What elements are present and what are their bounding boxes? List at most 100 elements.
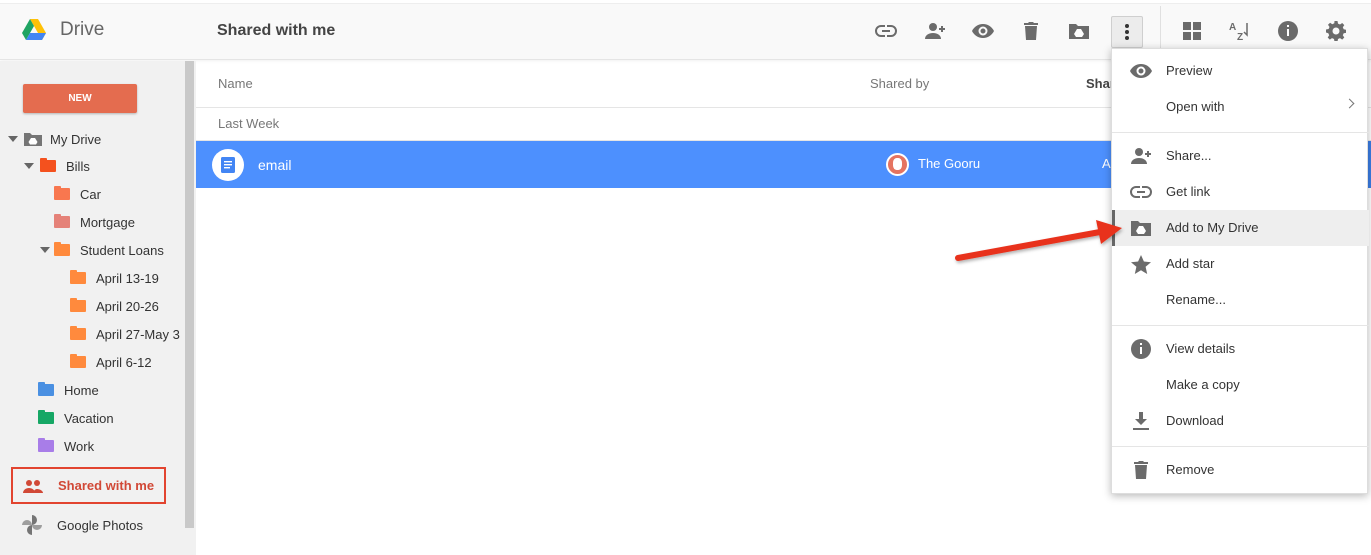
sidebar-item-april-20-26[interactable]: April 20-26 [70, 296, 159, 316]
sidebar-item-student-loans[interactable]: Student Loans [40, 240, 164, 260]
file-name[interactable]: email [258, 157, 291, 173]
add-to-drive-icon [1130, 218, 1152, 238]
add-to-drive-icon[interactable] [1066, 18, 1092, 44]
menu-item-add-star[interactable]: Add star [1112, 246, 1369, 282]
sidebar-item-label: April 27-May 3 [96, 326, 180, 342]
sidebar-item-my-drive[interactable]: My Drive [8, 129, 101, 149]
people-icon [23, 479, 43, 493]
menu-item-make-a-copy[interactable]: Make a copy [1112, 367, 1369, 403]
drive-brand[interactable]: Drive [22, 19, 104, 41]
drive-logo-icon [22, 19, 46, 40]
sidebar-item-work[interactable]: Work [38, 436, 94, 456]
trash-icon [1130, 460, 1152, 480]
toolbar-divider [1160, 6, 1161, 54]
expand-triangle-icon[interactable] [8, 136, 18, 142]
menu-item-view-details[interactable]: View details [1112, 331, 1369, 367]
avatar [886, 153, 909, 176]
sidebar-item-label: Vacation [64, 410, 114, 426]
more-actions-button[interactable] [1111, 16, 1143, 48]
pinwheel-icon [22, 515, 42, 535]
download-icon [1130, 411, 1152, 431]
sidebar-scrollbar[interactable] [185, 61, 194, 528]
menu-label: Make a copy [1166, 377, 1240, 392]
folder-icon [70, 354, 86, 368]
info-icon [1130, 339, 1152, 359]
sidebar-item-label: Work [64, 438, 95, 454]
sidebar-item-mortgage[interactable]: Mortgage [54, 212, 135, 232]
trash-icon[interactable] [1018, 18, 1044, 44]
sidebar-item-home[interactable]: Home [38, 380, 99, 400]
menu-label: Download [1166, 413, 1224, 428]
sidebar-item-label: My Drive [50, 131, 102, 147]
menu-item-get-link[interactable]: Get link [1112, 174, 1369, 210]
sidebar-item-label: Bills [66, 158, 90, 174]
sidebar-item-google-photos[interactable]: Google Photos [22, 515, 143, 535]
sidebar-item-april-27-may-3[interactable]: April 27-May 3 [70, 324, 180, 344]
star-icon [1130, 254, 1152, 274]
folder-icon [38, 438, 54, 452]
column-shared-by[interactable]: Shared by [870, 76, 929, 91]
menu-label: Add to My Drive [1166, 220, 1259, 235]
sidebar-item-label: Mortgage [80, 214, 135, 230]
shared-by-name: The Gooru [918, 156, 981, 171]
expand-triangle-icon[interactable] [40, 247, 50, 253]
folder-icon [54, 186, 70, 200]
sidebar-item-label: April 13-19 [96, 270, 159, 286]
link-icon[interactable] [873, 18, 899, 44]
menu-divider [1112, 446, 1369, 447]
expand-triangle-icon[interactable] [24, 163, 34, 169]
browser-edge [0, 0, 1371, 4]
more-vert-icon [1125, 24, 1129, 40]
eye-icon[interactable] [970, 18, 996, 44]
menu-divider [1112, 132, 1369, 133]
sidebar-item-car[interactable]: Car [54, 184, 101, 204]
sidebar-item-label: April 20-26 [96, 298, 159, 314]
menu-item-share[interactable]: Share... [1112, 138, 1369, 174]
page-title: Shared with me [217, 22, 336, 39]
menu-label: Rename... [1166, 292, 1226, 307]
info-icon[interactable] [1275, 18, 1301, 44]
svg-text:A: A [1229, 22, 1236, 33]
eye-icon [1130, 61, 1152, 81]
doc-file-icon [212, 149, 244, 181]
menu-label: View details [1166, 341, 1236, 356]
folder-icon [54, 214, 70, 228]
column-name[interactable]: Name [218, 76, 253, 91]
sidebar-item-label: Google Photos [57, 517, 144, 533]
sidebar-item-april-6-12[interactable]: April 6-12 [70, 352, 152, 372]
menu-label: Remove [1166, 462, 1215, 477]
menu-item-open-with[interactable]: Open with [1112, 89, 1369, 125]
annotation-arrow [955, 220, 1122, 261]
settings-icon[interactable] [1323, 18, 1349, 44]
sidebar-item-bills[interactable]: Bills [24, 156, 90, 176]
sidebar-item-label: Student Loans [80, 242, 164, 258]
grid-view-icon[interactable] [1179, 18, 1205, 44]
menu-item-preview[interactable]: Preview [1112, 53, 1369, 89]
link-icon [1130, 182, 1152, 202]
sidebar-item-vacation[interactable]: Vacation [38, 408, 114, 428]
menu-item-add-to-my-drive[interactable]: Add to My Drive [1112, 210, 1369, 246]
add-person-icon[interactable] [922, 18, 948, 44]
sidebar-item-label: Home [64, 382, 99, 398]
menu-label: Get link [1166, 184, 1211, 199]
sidebar-item-label: April 6-12 [96, 354, 152, 370]
sidebar-item-label: Shared with me [58, 478, 155, 493]
folder-icon [38, 410, 54, 424]
svg-text:Z: Z [1237, 32, 1243, 41]
brand-label: Drive [60, 19, 105, 40]
sidebar-item-label: Car [80, 186, 101, 202]
menu-divider [1112, 325, 1369, 326]
folder-icon [38, 382, 54, 396]
sidebar-item-april-13-19[interactable]: April 13-19 [70, 268, 159, 288]
new-button[interactable]: NEW [23, 84, 137, 113]
menu-label: Add star [1166, 256, 1215, 271]
context-menu: Preview Open with Share... Get link Add … [1111, 48, 1369, 494]
sidebar-item-shared-with-me[interactable]: Shared with me [11, 467, 166, 504]
menu-item-rename[interactable]: Rename... [1112, 282, 1369, 318]
chevron-right-icon [1344, 98, 1355, 109]
menu-label: Open with [1166, 99, 1225, 114]
my-drive-icon [24, 133, 42, 146]
menu-item-remove[interactable]: Remove [1112, 452, 1369, 488]
sort-az-icon[interactable]: AZ [1227, 18, 1253, 44]
menu-item-download[interactable]: Download [1112, 403, 1369, 439]
